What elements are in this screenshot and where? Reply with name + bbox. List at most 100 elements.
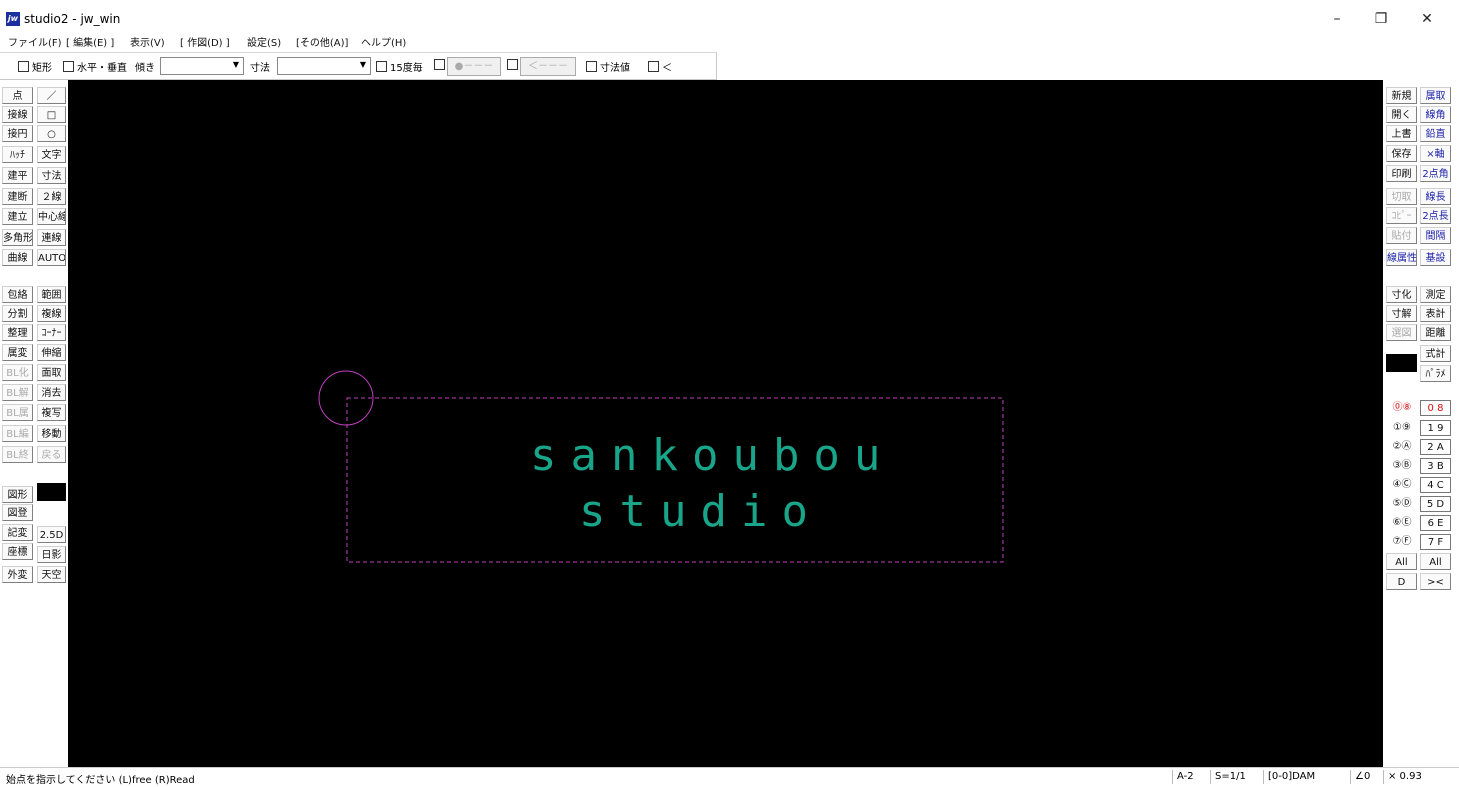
swap-button[interactable]: >< [1420, 573, 1451, 590]
edit-tool2-3-button[interactable]: ｺｰﾅｰ [37, 324, 66, 341]
tool2-3-button[interactable]: ○ [37, 125, 66, 142]
edit-tool2-5-button[interactable]: 面取 [37, 364, 66, 381]
checkbox-icon[interactable] [648, 61, 659, 72]
layer-display[interactable]: [0-0]DAM [1263, 770, 1350, 784]
tool2-6-button[interactable]: ２線 [37, 188, 66, 205]
all-layers-button[interactable]: All [1420, 553, 1451, 570]
checkbox-icon[interactable] [434, 59, 445, 70]
misc-tool-1-button[interactable]: 図形 [2, 486, 33, 503]
dim-combo[interactable]: ▼ [277, 57, 371, 75]
arrow-line-button[interactable]: ＜－－－ [520, 57, 576, 76]
tool2-4-button[interactable]: 文字 [37, 146, 66, 163]
dim-tool-1-button[interactable]: 寸化 [1386, 286, 1417, 303]
dot-line-button[interactable]: ●－－－ [447, 57, 501, 76]
edit-tool-4-button[interactable]: 属変 [2, 344, 33, 361]
menu-help[interactable]: ヘルプ(H) [361, 34, 406, 49]
maximize-button[interactable]: ❐ [1358, 6, 1404, 32]
menu-draw[interactable]: [ 作図(D) ] [180, 34, 230, 49]
menu-other[interactable]: [その他(A)] [296, 34, 348, 49]
edit-tool2-6-button[interactable]: 消去 [37, 384, 66, 401]
layer-group-3-button[interactable]: ③Ⓑ [1386, 458, 1418, 474]
lt-checkbox[interactable]: ＜ [648, 59, 672, 74]
zoom-display[interactable]: × 0.93 [1383, 770, 1458, 784]
misc-tool-5-button[interactable]: 外変 [2, 566, 33, 583]
tool-9-button[interactable]: 曲線 [2, 249, 33, 266]
line-color-swatch[interactable] [1386, 354, 1417, 372]
checkbox-icon[interactable] [507, 59, 518, 70]
tool-2-button[interactable]: 接線 [2, 106, 33, 123]
file-tool-4-button[interactable]: 保存 [1386, 145, 1417, 162]
attr-tool-1-button[interactable]: 属取 [1420, 87, 1451, 104]
tool-6-button[interactable]: 建断 [2, 188, 33, 205]
edit-tool2-7-button[interactable]: 複写 [37, 404, 66, 421]
edit-tool-6-button[interactable]: BL解 [2, 384, 33, 401]
edit-tool2-4-button[interactable]: 伸縮 [37, 344, 66, 361]
minimize-button[interactable]: – [1314, 6, 1360, 32]
edit-tool-7-button[interactable]: BL属 [2, 404, 33, 421]
d-button[interactable]: D [1386, 573, 1417, 590]
attr-tool-8-button[interactable]: 間隔 [1420, 227, 1451, 244]
edit-tool2-1-button[interactable]: 範囲 [37, 286, 66, 303]
file-tool-3-button[interactable]: 上書 [1386, 125, 1417, 142]
hv-checkbox[interactable]: 水平・垂直 [63, 59, 127, 74]
edit-tool2-2-button[interactable]: 複線 [37, 305, 66, 322]
tool2-1-button[interactable]: ／ [37, 87, 66, 104]
calc-tool-4-button[interactable]: 式計 [1420, 345, 1451, 362]
layer-3-button[interactable]: 3 B [1420, 458, 1451, 474]
edit-tool-8-button[interactable]: BL編 [2, 425, 33, 442]
file-tool-8-button[interactable]: 貼付 [1386, 227, 1417, 244]
layer-0-button[interactable]: 0 8 [1420, 400, 1451, 416]
attr-tool-6-button[interactable]: 線長 [1420, 188, 1451, 205]
menu-view[interactable]: 表示(V) [130, 34, 165, 49]
tool2-8-button[interactable]: 連線 [37, 229, 66, 246]
misc-tool-4-button[interactable]: 座標 [2, 543, 33, 560]
calc-tool-3-button[interactable]: 距離 [1420, 324, 1451, 341]
tool2-9-button[interactable]: AUTO [37, 249, 66, 266]
file-tool-6-button[interactable]: 切取 [1386, 188, 1417, 205]
scale-display[interactable]: S=1/1 [1210, 770, 1263, 784]
file-tool-7-button[interactable]: ｺﾋﾟｰ [1386, 207, 1417, 224]
attr-tool-9-button[interactable]: 基設 [1420, 249, 1451, 266]
close-button[interactable]: ✕ [1404, 6, 1450, 32]
layer-group-7-button[interactable]: ⑦Ⓕ [1386, 534, 1418, 550]
tilt-combo[interactable]: ▼ [160, 57, 244, 75]
file-tool-1-button[interactable]: 新規 [1386, 87, 1417, 104]
tool-1-button[interactable]: 点 [2, 87, 33, 104]
arrow-checkbox[interactable] [507, 59, 521, 72]
tool2-7-button[interactable]: 中心線 [37, 208, 66, 225]
layer-7-button[interactable]: 7 F [1420, 534, 1451, 550]
attr-tool-2-button[interactable]: 線角 [1420, 106, 1451, 123]
layer-group-0-button[interactable]: ⓪⑧ [1386, 400, 1418, 416]
paper-size[interactable]: A-2 [1172, 770, 1211, 784]
dropdown-arrow-icon[interactable]: ▼ [230, 59, 242, 71]
dot-checkbox[interactable] [434, 59, 448, 72]
attr-tool-4-button[interactable]: ×軸 [1420, 145, 1451, 162]
layer-2-button[interactable]: 2 A [1420, 439, 1451, 455]
edit-tool2-8-button[interactable]: 移動 [37, 425, 66, 442]
misc-tool-2-button[interactable]: 図登 [2, 504, 33, 521]
all-groups-button[interactable]: All [1386, 553, 1417, 570]
deg15-checkbox[interactable]: 15度毎 [376, 59, 423, 74]
tool-8-button[interactable]: 多角形 [2, 229, 33, 246]
misc-tool2-3-button[interactable]: 天空 [37, 566, 66, 583]
file-tool-5-button[interactable]: 印刷 [1386, 165, 1417, 182]
edit-tool-9-button[interactable]: BL終 [2, 446, 33, 463]
layer-5-button[interactable]: 5 D [1420, 496, 1451, 512]
drawing-canvas[interactable]: sankoubou studio [68, 80, 1383, 767]
dimval-checkbox[interactable]: 寸法値 [586, 59, 630, 74]
tool2-5-button[interactable]: 寸法 [37, 167, 66, 184]
angle-display[interactable]: ∠0 [1350, 770, 1383, 784]
layer-group-5-button[interactable]: ⑤Ⓓ [1386, 496, 1418, 512]
attr-tool-5-button[interactable]: 2点角 [1420, 165, 1451, 182]
misc-tool2-2-button[interactable]: 日影 [37, 546, 66, 563]
color-swatch[interactable] [37, 483, 66, 501]
checkbox-icon[interactable] [63, 61, 74, 72]
calc-tool-1-button[interactable]: 測定 [1420, 286, 1451, 303]
tool-7-button[interactable]: 建立 [2, 208, 33, 225]
layer-group-1-button[interactable]: ①⑨ [1386, 420, 1418, 436]
file-tool-9-button[interactable]: 線属性 [1386, 249, 1417, 266]
calc-tool-5-button[interactable]: ﾊﾟﾗﾒ [1420, 365, 1451, 382]
layer-group-4-button[interactable]: ④Ⓒ [1386, 477, 1418, 493]
attr-tool-7-button[interactable]: 2点長 [1420, 207, 1451, 224]
checkbox-icon[interactable] [376, 61, 387, 72]
